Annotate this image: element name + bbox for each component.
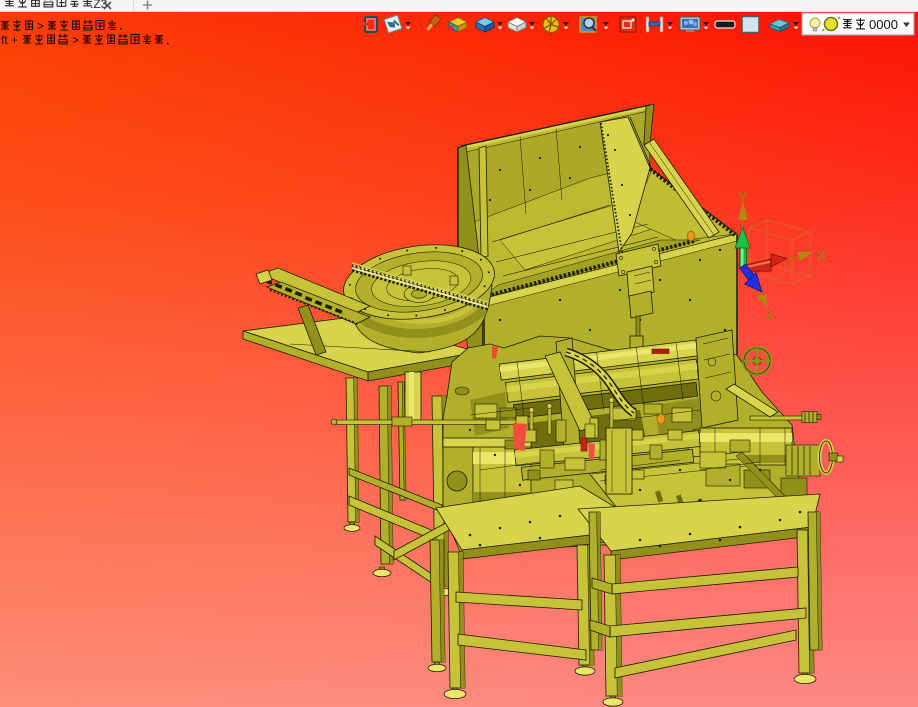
svg-text:>: >: [37, 19, 44, 33]
svg-text:.Z3: .Z3: [90, 0, 108, 11]
svg-text:Z: Z: [766, 307, 775, 323]
svg-text:X: X: [817, 247, 827, 263]
svg-text:>: >: [72, 33, 79, 47]
svg-text:Y: Y: [738, 189, 748, 205]
svg-text:ft +: ft +: [1, 33, 18, 47]
svg-text:0000: 0000: [869, 17, 898, 32]
